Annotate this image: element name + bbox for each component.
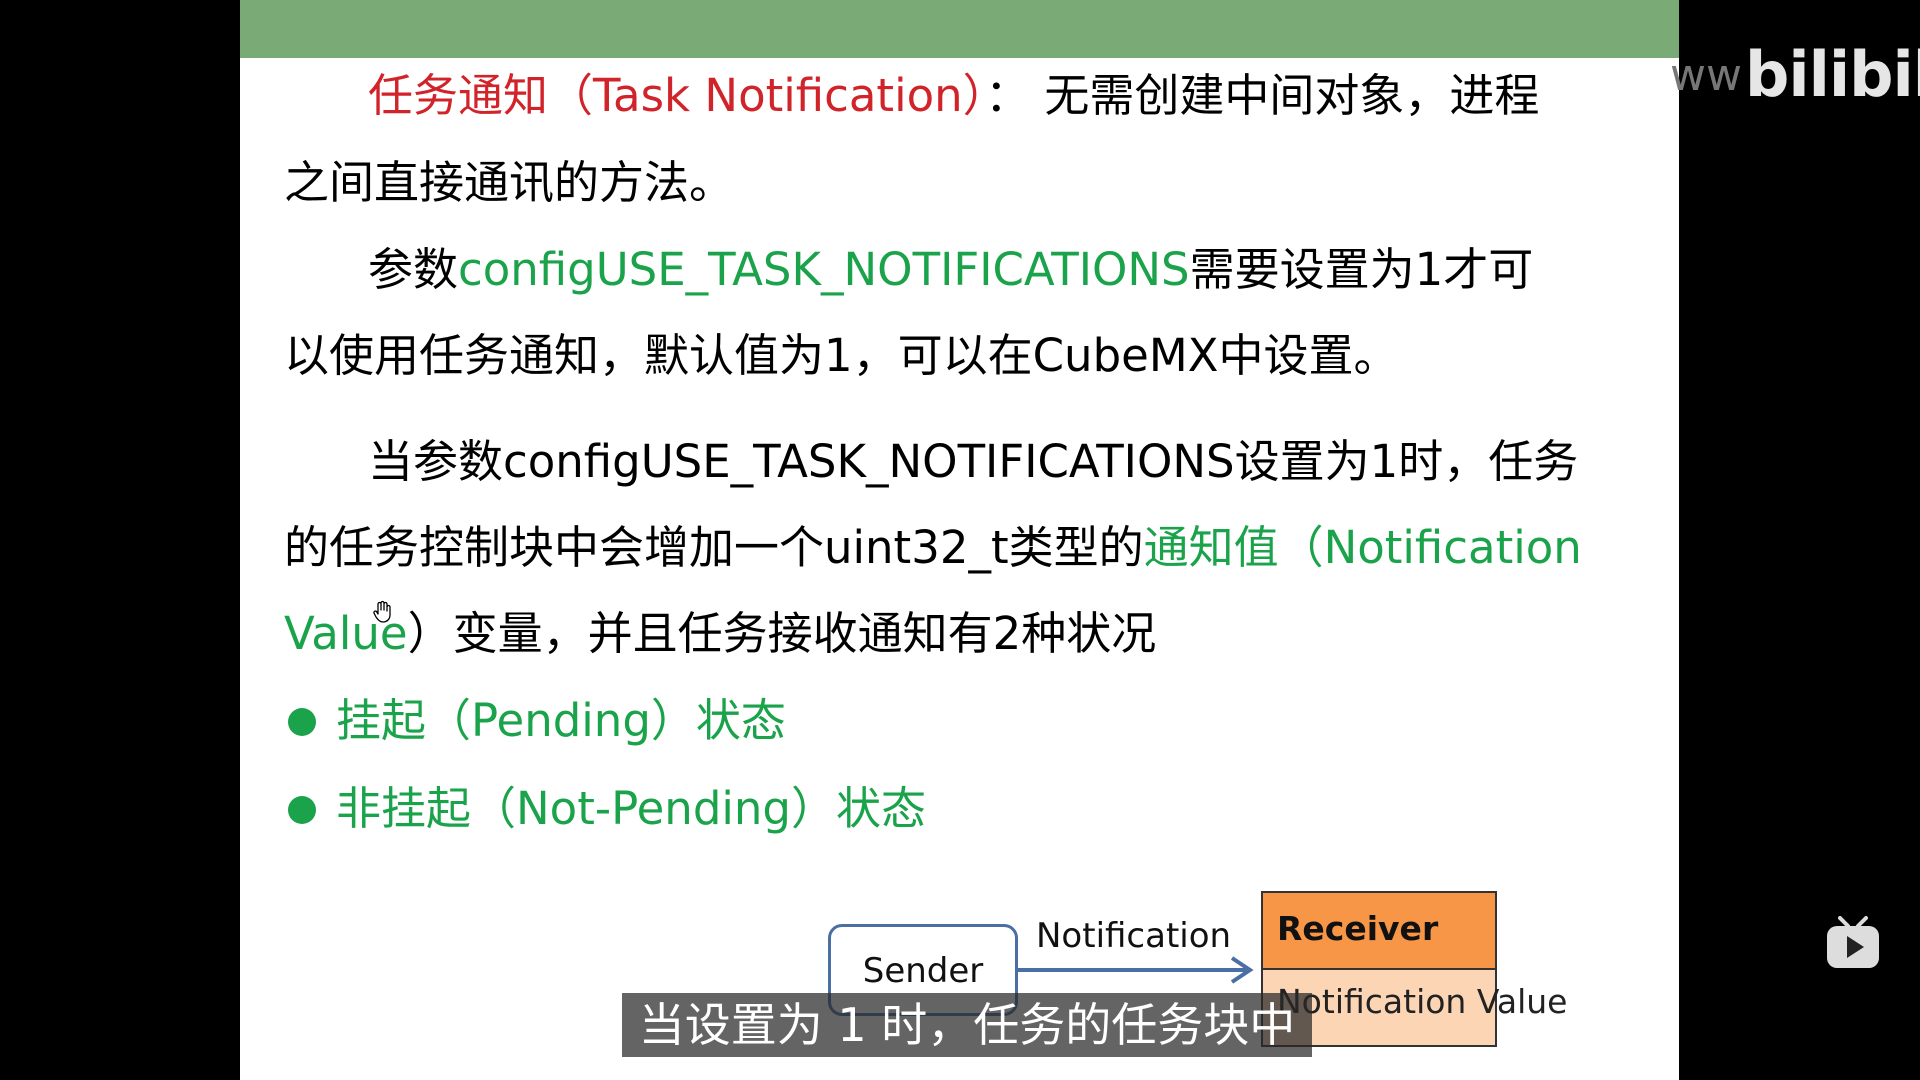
video-subtitle: 当设置为 1 时，任务的任务块中	[622, 993, 1312, 1057]
slide-line-2: 之间直接通讯的方法。	[284, 156, 735, 209]
notification-arrow-icon	[1018, 956, 1254, 984]
slide-line-5: 当参数configUSE_TASK_NOTIFICATIONS设置为1时，任务	[368, 435, 1579, 488]
bullet-dot-icon	[288, 708, 316, 736]
hand-cursor-icon	[373, 600, 391, 623]
receiver-title: Receiver	[1277, 909, 1439, 948]
sender-label: Sender	[862, 951, 984, 991]
notification-value-term: 通知值（Notification	[1143, 521, 1582, 574]
slide: 任务通知（Task Notification）： 无需创建中间对象，进程 之间直…	[240, 0, 1679, 1080]
slide-line-7: Value）变量，并且任务接收通知有2种状况	[284, 604, 1156, 664]
line-6-prefix: 的任务控制块中会增加一个uint32_t类型的	[284, 521, 1144, 574]
slide-line-4: 以使用任务通知，默认值为1，可以在CubeMX中设置。	[284, 329, 1399, 382]
slide-line-1: 任务通知（Task Notification）： 无需创建中间对象，进程	[368, 66, 1539, 126]
slide-line-3: 参数configUSE_TASK_NOTIFICATIONS需要设置为1才可	[368, 240, 1533, 300]
bilibili-tv-icon[interactable]	[1824, 914, 1882, 972]
bilibili-logo: bilibili	[1745, 38, 1920, 111]
slide-top-bar	[240, 0, 1679, 58]
bullet-not-pending: 非挂起（Not-Pending）状态	[336, 782, 926, 835]
receiver-field-label: Notification Value	[1277, 982, 1568, 1021]
line-1-text: ： 无需创建中间对象，进程	[985, 69, 1540, 122]
watermark-prefix: ww	[1670, 50, 1742, 101]
task-notification-title: 任务通知（Task Notification）	[368, 69, 986, 122]
bullet-dot-icon	[288, 796, 316, 824]
bullet-pending: 挂起（Pending）状态	[336, 694, 786, 747]
line-7-suffix: ）变量，并且任务接收通知有2种状况	[407, 607, 1157, 660]
slide-line-6: 的任务控制块中会增加一个uint32_t类型的通知值（Notification	[284, 518, 1582, 578]
config-parameter: configUSE_TASK_NOTIFICATIONS	[458, 243, 1190, 296]
receiver-header: Receiver	[1263, 893, 1495, 970]
line-3-prefix: 参数	[368, 243, 459, 296]
line-3-suffix: 需要设置为1才可	[1189, 243, 1534, 296]
